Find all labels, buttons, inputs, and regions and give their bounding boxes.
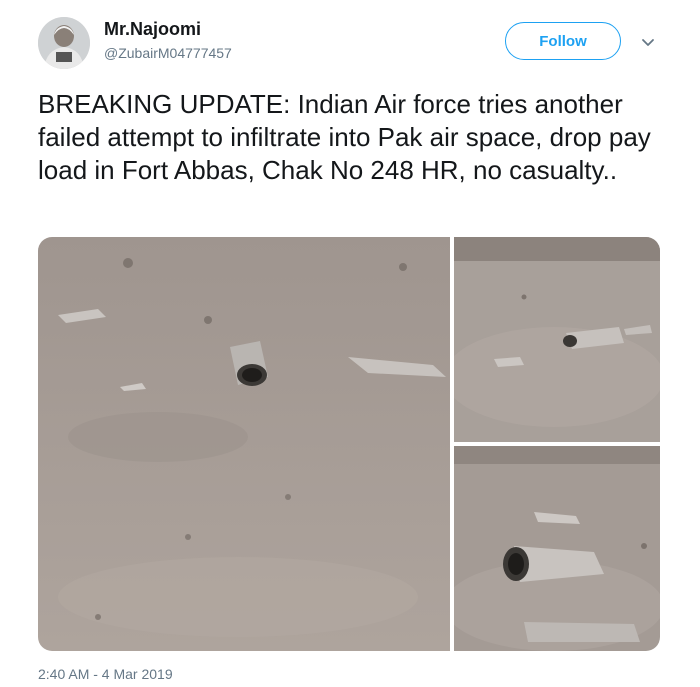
photo-debris-top-right[interactable] <box>454 237 660 442</box>
avatar[interactable] <box>38 17 90 69</box>
photo-debris-bottom-right[interactable] <box>454 446 660 651</box>
tweet-text: BREAKING UPDATE: Indian Air force tries … <box>38 89 651 185</box>
display-name[interactable]: Mr.Najoomi <box>104 19 201 40</box>
timestamp[interactable]: 2:40 AM - 4 Mar 2019 <box>38 666 173 682</box>
tweet-card: Mr.Najoomi @ZubairM04777457 Follow BREAK… <box>0 0 700 687</box>
user-handle[interactable]: @ZubairM04777457 <box>104 45 232 61</box>
photo-debris-main[interactable] <box>38 237 450 651</box>
media-grid <box>38 237 660 651</box>
follow-button[interactable]: Follow <box>505 22 621 60</box>
user-avatar-icon <box>38 17 90 69</box>
chevron-down-icon[interactable] <box>638 33 658 53</box>
